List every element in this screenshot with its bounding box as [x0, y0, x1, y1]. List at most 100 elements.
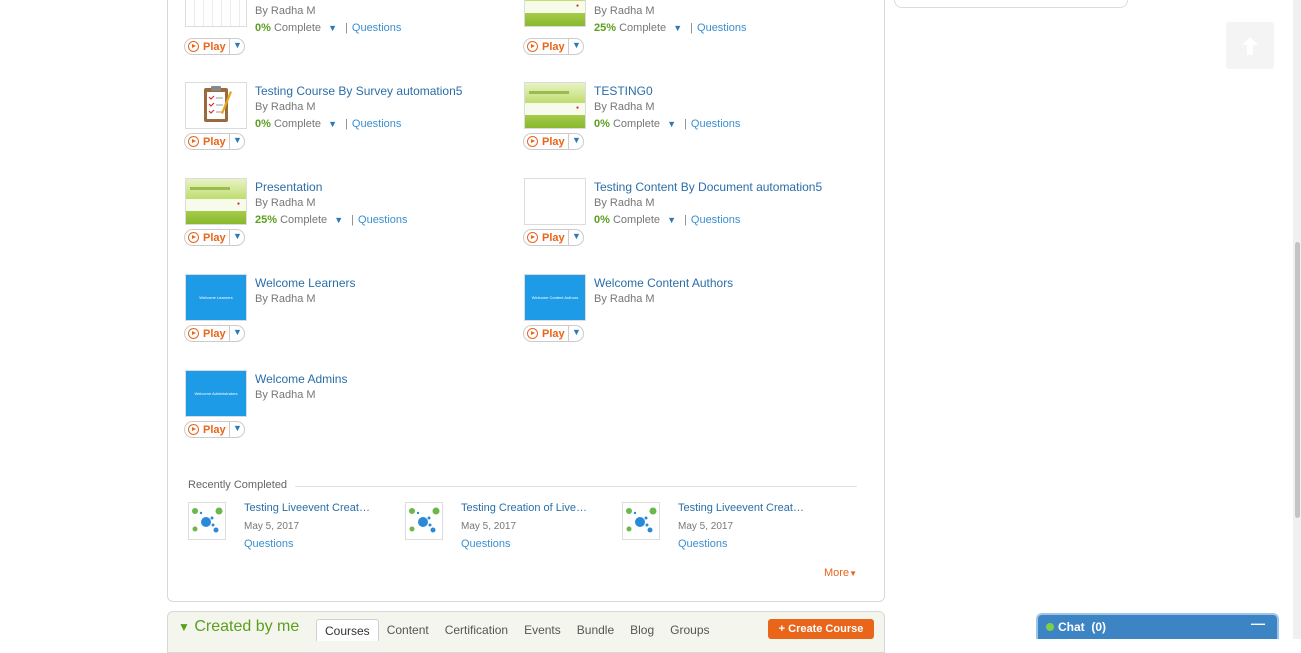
tab-courses[interactable]: Courses — [316, 619, 379, 641]
play-dropdown-icon[interactable]: ▼ — [572, 231, 581, 241]
progress-dropdown-icon[interactable]: ▼ — [328, 23, 337, 33]
separator: | — [345, 22, 348, 34]
separator: | — [684, 214, 687, 226]
network-icon — [626, 507, 657, 533]
course-title-link[interactable]: Welcome Admins — [255, 371, 515, 387]
arrow-up-icon — [1242, 36, 1258, 55]
course-title-link[interactable]: Testing Content By Document automation5 — [594, 179, 854, 195]
brand-logo: ● — [236, 201, 240, 207]
course-thumbnail[interactable]: Welcome Administrators — [185, 370, 247, 417]
course-item: Welcome Administrators Welcome Admins By… — [184, 370, 505, 460]
play-icon — [188, 424, 199, 435]
play-dropdown-icon[interactable]: ▼ — [572, 135, 581, 145]
chat-label: Chat (0) — [1058, 620, 1106, 634]
play-dropdown-icon[interactable]: ▼ — [233, 327, 242, 337]
progress-dropdown-icon[interactable]: ▼ — [328, 119, 337, 129]
completed-date: May 5, 2017 — [461, 521, 517, 532]
progress-dropdown-icon[interactable]: ▼ — [667, 119, 676, 129]
brand-logo: ● — [575, 105, 579, 111]
divider — [568, 326, 569, 341]
play-dropdown-icon[interactable]: ▼ — [572, 40, 581, 50]
questions-link[interactable]: Questions — [358, 214, 408, 226]
network-icon — [192, 507, 223, 533]
course-title-link[interactable]: Presentation — [255, 179, 515, 195]
liveevent-thumbnail[interactable] — [622, 502, 660, 540]
play-button[interactable]: Play ▼ — [523, 325, 584, 342]
divider — [229, 39, 230, 54]
course-thumbnail[interactable]: ● — [524, 0, 586, 27]
course-thumbnail[interactable]: ● — [524, 82, 586, 129]
course-title-link[interactable]: TESTING0 — [594, 83, 854, 99]
course-title-link[interactable]: Welcome Learners — [255, 275, 515, 291]
play-dropdown-icon[interactable]: ▼ — [233, 40, 242, 50]
completed-title-link[interactable]: Testing Liveevent Creat… — [244, 500, 372, 516]
tab-bundle[interactable]: Bundle — [569, 619, 622, 641]
progress-dropdown-icon[interactable]: ▼ — [673, 23, 682, 33]
play-label: Play — [203, 135, 226, 148]
recently-completed-heading: Recently Completed — [188, 479, 296, 491]
more-link[interactable]: More▼ — [824, 567, 857, 579]
play-label: Play — [542, 231, 565, 244]
thumbnail-caption: Welcome Learners — [199, 295, 233, 300]
divider — [568, 39, 569, 54]
course-item: ● Presentation By Radha M 25% Complete ▼… — [184, 178, 505, 268]
minimize-icon[interactable]: — — [1251, 615, 1265, 631]
play-label: Play — [542, 135, 565, 148]
course-thumbnail[interactable]: Welcome Learners — [185, 274, 247, 321]
course-thumbnail[interactable] — [185, 0, 247, 27]
course-thumbnail[interactable]: ● — [185, 178, 247, 225]
tab-blog[interactable]: Blog — [622, 619, 662, 641]
completed-item: Testing Liveevent Creat… May 5, 2017 Que… — [622, 500, 832, 552]
completed-title-link[interactable]: Testing Creation of Live… — [461, 500, 589, 516]
play-dropdown-icon[interactable]: ▼ — [233, 135, 242, 145]
play-dropdown-icon[interactable]: ▼ — [233, 231, 242, 241]
course-thumbnail[interactable]: Welcome Content Authors — [524, 274, 586, 321]
questions-link[interactable]: Questions — [697, 22, 747, 34]
completed-title-link[interactable]: Testing Liveevent Creat… — [678, 500, 806, 516]
network-icon — [409, 507, 440, 533]
course-thumbnail[interactable] — [524, 178, 586, 225]
course-author: By Radha M — [255, 293, 316, 305]
tab-events[interactable]: Events — [516, 619, 569, 641]
tab-certification[interactable]: Certification — [437, 619, 516, 641]
play-icon — [527, 232, 538, 243]
questions-link[interactable]: Questions — [678, 536, 818, 552]
divider — [229, 326, 230, 341]
online-status-icon — [1046, 623, 1054, 631]
play-button[interactable]: Play ▼ — [184, 421, 245, 438]
course-thumbnail[interactable] — [185, 82, 247, 129]
play-button[interactable]: Play ▼ — [523, 133, 584, 150]
questions-link[interactable]: Questions — [691, 118, 741, 130]
questions-link[interactable]: Questions — [352, 118, 402, 130]
progress-dropdown-icon[interactable]: ▼ — [667, 215, 676, 225]
play-button[interactable]: Play ▼ — [523, 38, 584, 55]
questions-link[interactable]: Questions — [691, 214, 741, 226]
scroll-to-top-button[interactable] — [1226, 22, 1274, 69]
tab-content[interactable]: Content — [379, 619, 437, 641]
play-button[interactable]: Play ▼ — [184, 229, 245, 246]
course-author: By Radha M — [255, 389, 316, 401]
course-author: By Radha M — [594, 101, 655, 113]
play-button[interactable]: Play ▼ — [184, 38, 245, 55]
play-button[interactable]: Play ▼ — [184, 133, 245, 150]
liveevent-thumbnail[interactable] — [188, 502, 226, 540]
progress-dropdown-icon[interactable]: ▼ — [334, 215, 343, 225]
course-title-link[interactable]: Welcome Content Authors — [594, 275, 854, 291]
chat-bar[interactable]: Chat (0) — — [1036, 613, 1279, 639]
create-course-button[interactable]: + Create Course — [768, 619, 874, 639]
tab-groups[interactable]: Groups — [662, 619, 717, 641]
completed-item: Testing Liveevent Creat… May 5, 2017 Que… — [188, 500, 398, 552]
progress-label: Complete — [280, 214, 328, 226]
course-title-link[interactable]: Testing Course By Survey automation5 — [255, 83, 515, 99]
liveevent-thumbnail[interactable] — [405, 502, 443, 540]
play-dropdown-icon[interactable]: ▼ — [233, 423, 242, 433]
play-dropdown-icon[interactable]: ▼ — [572, 327, 581, 337]
play-button[interactable]: Play ▼ — [184, 325, 245, 342]
scrollbar-thumb[interactable] — [1295, 242, 1300, 518]
questions-link[interactable]: Questions — [461, 536, 601, 552]
questions-link[interactable]: Questions — [244, 536, 384, 552]
questions-link[interactable]: Questions — [352, 22, 402, 34]
chat-title: Chat — [1058, 620, 1085, 634]
created-by-me-heading[interactable]: ▼ Created by me — [178, 618, 299, 636]
play-button[interactable]: Play ▼ — [523, 229, 584, 246]
